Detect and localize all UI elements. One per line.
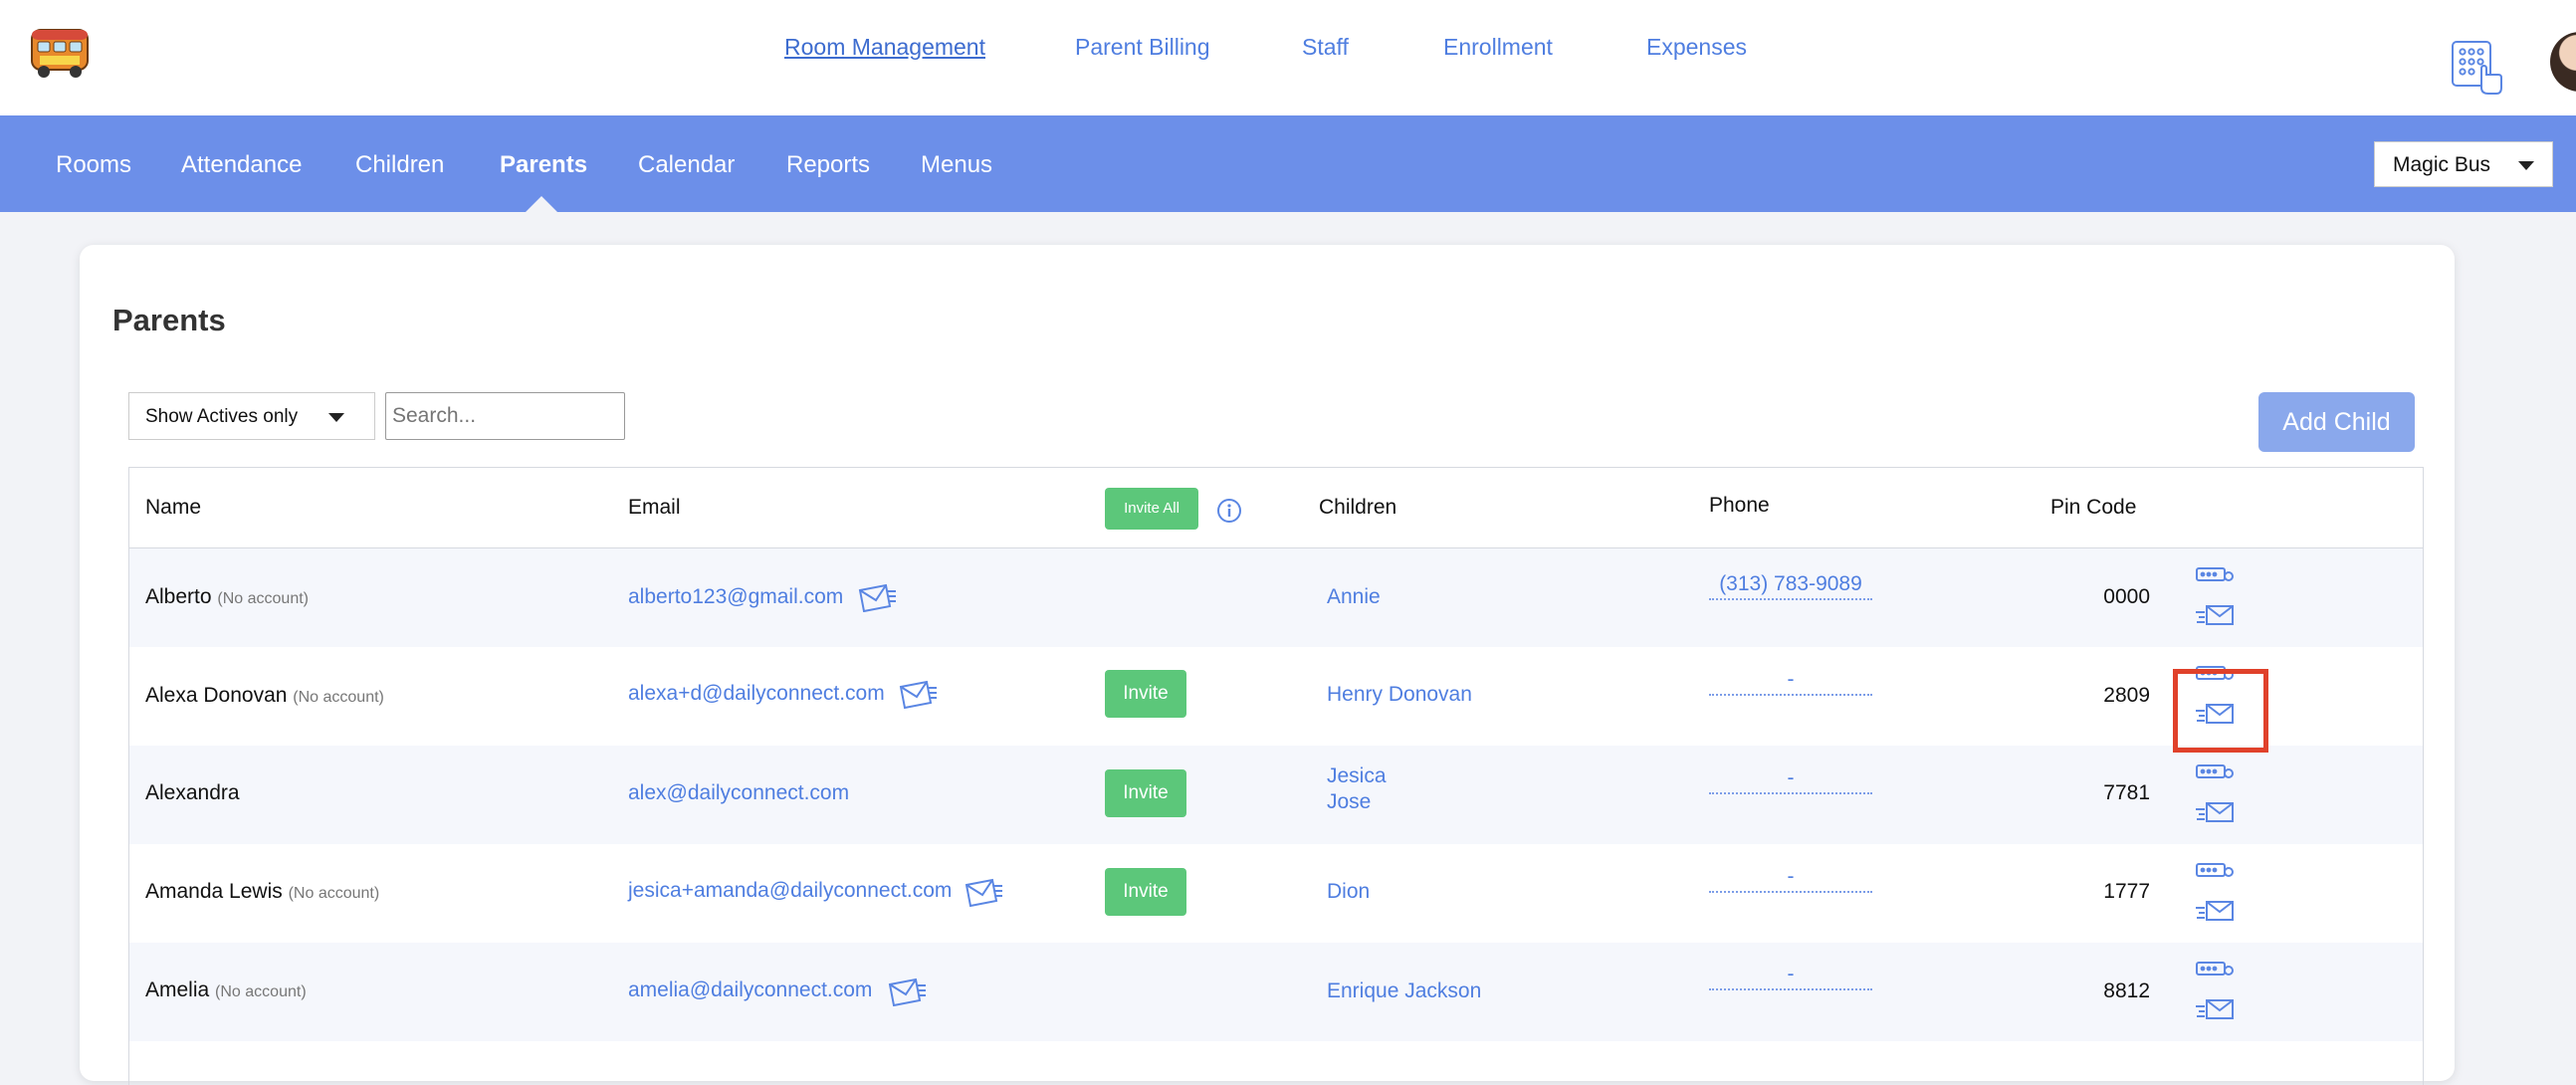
mail-send-icon[interactable] — [898, 679, 938, 709]
header-children: Children — [1319, 496, 1397, 519]
pin-value: 7781 — [2103, 781, 2150, 804]
parent-name-text: Alberto — [145, 585, 212, 608]
table-row: Amanda Lewis (No account) jesica+amanda@… — [129, 844, 2423, 943]
pin-value: 1777 — [2103, 880, 2150, 903]
chevron-down-icon — [328, 413, 344, 422]
organization-select-value: Magic Bus — [2393, 153, 2491, 176]
pin-value: 2809 — [2103, 684, 2150, 707]
parent-name-text: Amanda Lewis — [145, 880, 283, 903]
active-filter-value: Show Actives only — [145, 406, 299, 427]
top-nav-expenses[interactable]: Expenses — [1646, 34, 1747, 61]
child-link[interactable]: Jesica — [1327, 763, 1387, 789]
page-title: Parents — [112, 303, 226, 337]
search-input[interactable] — [385, 392, 625, 440]
mail-pin-icon[interactable] — [2195, 899, 2235, 923]
parent-name-text: Amelia — [145, 978, 210, 1001]
nav-calendar[interactable]: Calendar — [638, 151, 735, 179]
table-row: Alberto (No account) alberto123@gmail.co… — [129, 548, 2423, 647]
account-status: (No account) — [288, 885, 380, 902]
main-nav: Rooms Attendance Children Parents Calend… — [0, 115, 2576, 212]
parent-name[interactable]: Alexa Donovan (No account) — [145, 684, 384, 708]
add-child-button[interactable]: Add Child — [2258, 392, 2415, 452]
parent-email[interactable]: alex@dailyconnect.com — [628, 781, 849, 805]
nav-rooms[interactable]: Rooms — [56, 151, 131, 179]
mail-pin-icon[interactable] — [2195, 603, 2235, 627]
header-pin: Pin Code — [2050, 496, 2137, 519]
highlight-box — [2173, 669, 2268, 753]
table-row: Alexa Donovan (No account) alexa+d@daily… — [129, 647, 2423, 746]
pin-send-icon[interactable] — [2195, 762, 2235, 782]
parent-name[interactable]: Alexandra — [145, 781, 240, 805]
active-nav-indicator — [526, 196, 557, 212]
top-nav-parent-billing[interactable]: Parent Billing — [1075, 34, 1210, 61]
phone-value[interactable]: - — [1709, 865, 1872, 893]
child-link[interactable]: Jose — [1327, 789, 1371, 815]
top-nav-staff[interactable]: Staff — [1302, 34, 1349, 61]
magic-bus-logo[interactable] — [28, 24, 92, 80]
mail-send-icon[interactable] — [857, 582, 897, 612]
info-icon[interactable] — [1216, 498, 1242, 524]
mail-pin-icon[interactable] — [2195, 800, 2235, 824]
top-nav-room-management[interactable]: Room Management — [784, 34, 985, 61]
child-link[interactable]: Dion — [1327, 879, 1370, 905]
top-bar: Room Management Parent Billing Staff Enr… — [0, 0, 2576, 115]
nav-children[interactable]: Children — [355, 151, 444, 179]
phone-value[interactable]: - — [1709, 963, 1872, 990]
mail-send-icon[interactable] — [964, 877, 1003, 907]
account-status: (No account) — [215, 983, 307, 1000]
parent-name[interactable]: Amelia (No account) — [145, 978, 307, 1002]
phone-value[interactable]: - — [1709, 766, 1872, 794]
nav-attendance[interactable]: Attendance — [181, 151, 302, 179]
pin-value: 8812 — [2103, 979, 2150, 1002]
mail-pin-icon[interactable] — [2195, 997, 2235, 1021]
invite-button[interactable]: Invite — [1105, 670, 1186, 718]
parent-email[interactable]: amelia@dailyconnect.com — [628, 978, 872, 1002]
invite-all-button[interactable]: Invite All — [1105, 488, 1198, 530]
chevron-down-icon — [2518, 161, 2534, 170]
header-phone: Phone — [1709, 494, 1770, 517]
account-status: (No account) — [217, 590, 309, 607]
parent-name-text: Alexa Donovan — [145, 684, 288, 707]
table-row: Amelia (No account) amelia@dailyconnect.… — [129, 943, 2423, 1041]
parent-name-text: Alexandra — [145, 781, 240, 804]
phone-value[interactable]: (313) 783-9089 — [1709, 572, 1872, 600]
pin-send-icon[interactable] — [2195, 960, 2235, 979]
nav-reports[interactable]: Reports — [786, 151, 870, 179]
child-link[interactable]: Enrique Jackson — [1327, 978, 1481, 1004]
user-avatar[interactable] — [2550, 32, 2576, 92]
account-status: (No account) — [293, 689, 384, 706]
keypad-icon[interactable] — [2449, 38, 2504, 98]
parent-name[interactable]: Amanda Lewis (No account) — [145, 880, 379, 904]
pin-send-icon[interactable] — [2195, 861, 2235, 881]
top-nav-enrollment[interactable]: Enrollment — [1443, 34, 1553, 61]
child-link[interactable]: Annie — [1327, 584, 1381, 610]
phone-value[interactable]: - — [1709, 668, 1872, 696]
invite-button[interactable]: Invite — [1105, 868, 1186, 916]
parent-email[interactable]: alberto123@gmail.com — [628, 585, 843, 609]
parent-email[interactable]: jesica+amanda@dailyconnect.com — [628, 879, 952, 903]
child-link[interactable]: Henry Donovan — [1327, 682, 1472, 708]
organization-select[interactable]: Magic Bus — [2374, 141, 2553, 187]
table-header: Name Email Invite All Children Phone Pin… — [129, 468, 2423, 548]
invite-button[interactable]: Invite — [1105, 769, 1186, 817]
mail-send-icon[interactable] — [887, 976, 927, 1006]
table-row: Alexandra alex@dailyconnect.com Invite J… — [129, 746, 2423, 844]
header-name: Name — [145, 496, 202, 519]
parents-table: Name Email Invite All Children Phone Pin… — [128, 467, 2424, 1085]
nav-parents[interactable]: Parents — [500, 151, 587, 179]
nav-menus[interactable]: Menus — [921, 151, 992, 179]
pin-value: 0000 — [2103, 585, 2150, 608]
header-email: Email — [628, 496, 681, 519]
active-filter-select[interactable]: Show Actives only — [128, 392, 375, 440]
parent-name[interactable]: Alberto (No account) — [145, 585, 309, 609]
parent-email[interactable]: alexa+d@dailyconnect.com — [628, 682, 885, 706]
pin-send-icon[interactable] — [2195, 565, 2235, 585]
